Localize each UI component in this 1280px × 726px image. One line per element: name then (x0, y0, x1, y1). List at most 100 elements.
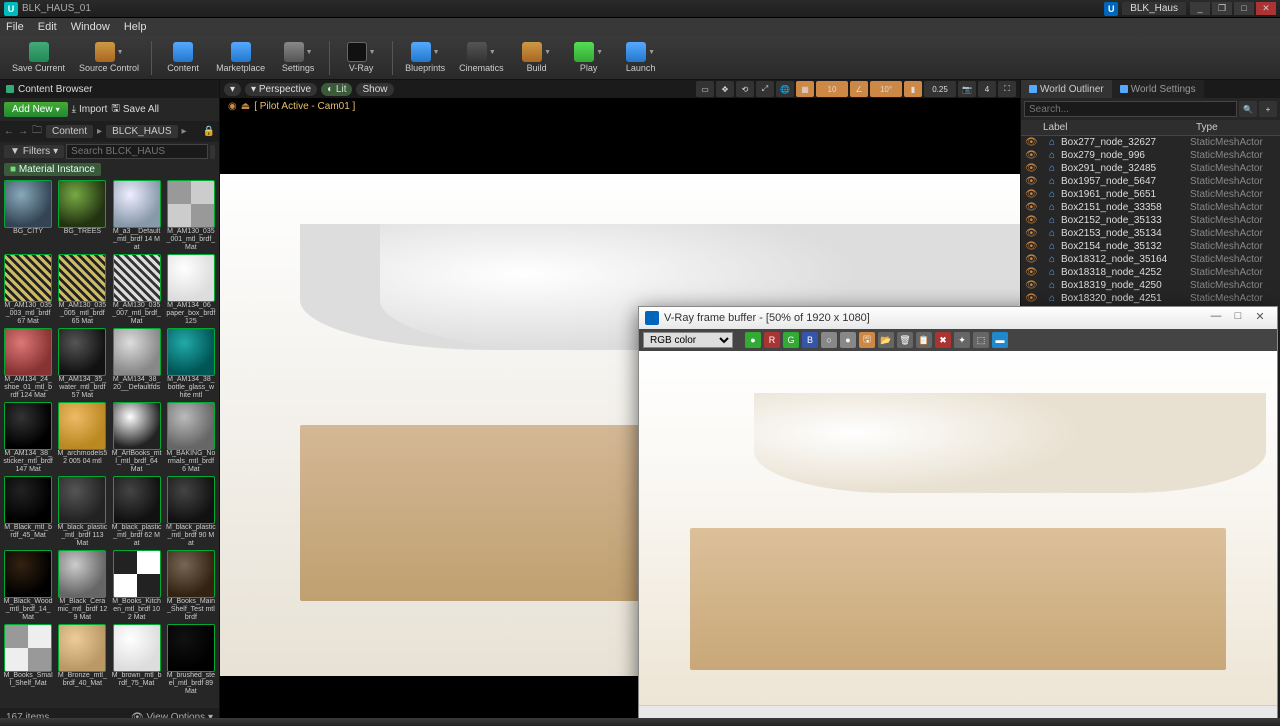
pilot-eject-icon[interactable]: ⏏ (241, 101, 250, 112)
vp-tool-move-icon[interactable]: ✥ (716, 81, 734, 97)
visibility-icon[interactable]: 👁 (1025, 280, 1037, 291)
outliner-search-icon[interactable]: 🔍 (1239, 101, 1257, 117)
vfb-channel-select[interactable]: RGB color (643, 332, 733, 348)
viewport-menu-button[interactable]: ▾ (224, 83, 241, 96)
path-back-icon[interactable]: ← (4, 126, 14, 137)
asset-item[interactable]: M_ArtBooks_mtl_mtl_brdf_64 Mat (111, 402, 163, 474)
asset-item[interactable]: M_AM134_38_20__Defaultfds (111, 328, 163, 400)
vp-scale-icon[interactable]: ▮ (904, 81, 922, 97)
maximize-button[interactable]: □ (1234, 2, 1254, 15)
asset-item[interactable]: M_brushed_steel_mtl_brdf 89 Mat (165, 624, 217, 696)
outliner-row[interactable]: 👁 ⌂Box18318_node_4252StaticMeshActor (1021, 266, 1280, 279)
vfb-alpha-icon[interactable]: ○ (821, 332, 837, 348)
lit-button[interactable]: ◐ Lit (321, 83, 352, 96)
outliner-row[interactable]: 👁 ⌂Box1957_node_5647StaticMeshActor (1021, 175, 1280, 188)
vfb-copy-icon[interactable]: 📋 (916, 332, 932, 348)
outliner-search-input[interactable] (1024, 101, 1237, 117)
blue-button[interactable]: ▼Blueprints (399, 39, 451, 77)
col-type[interactable]: Type (1196, 122, 1276, 133)
vp-tool-surface-icon[interactable]: ▦ (796, 81, 814, 97)
vfb-history-icon[interactable]: ▬ (992, 332, 1008, 348)
vfb-mono-icon[interactable]: ● (840, 332, 856, 348)
perspective-button[interactable]: ▾ Perspective (245, 83, 317, 96)
vfb-titlebar[interactable]: V-Ray frame buffer - [50% of 1920 x 1080… (639, 307, 1277, 329)
visibility-icon[interactable]: 👁 (1025, 163, 1037, 174)
filter-tag[interactable]: Material Instance (4, 163, 101, 176)
vp-tool-globe-icon[interactable]: 🌐 (776, 81, 794, 97)
outliner-row[interactable]: 👁 ⌂Box279_node_996StaticMeshActor (1021, 149, 1280, 162)
vfb-close-button[interactable]: ✕ (1249, 310, 1271, 326)
folder-icon[interactable]: 🗀 (32, 123, 42, 140)
vp-tool-scale-icon[interactable]: ⤢ (756, 81, 774, 97)
market-button[interactable]: Marketplace (210, 39, 271, 77)
outliner-row[interactable]: 👁 ⌂Box2154_node_35132StaticMeshActor (1021, 240, 1280, 253)
launch-button[interactable]: ▼Launch (616, 39, 666, 77)
outliner-row[interactable]: 👁 ⌂Box18312_node_35164StaticMeshActor (1021, 253, 1280, 266)
vfb-clear-icon[interactable]: 🗑 (897, 332, 913, 348)
menu-help[interactable]: Help (124, 21, 147, 33)
asset-item[interactable]: M_black_plastic_mtl_brdf 113 Mat (56, 476, 108, 548)
col-label[interactable]: Label (1025, 122, 1196, 133)
asset-item[interactable]: M_AM134_06_paper_box_brdf 125 (165, 254, 217, 326)
asset-item[interactable]: M_AM134_38_bottle_glass_white mtl (165, 328, 217, 400)
search-lock-icon[interactable] (210, 145, 215, 159)
vfb-r-button[interactable]: R (764, 332, 780, 348)
asset-item[interactable]: M_Books_Main_Shelf_Test mtl brdf (165, 550, 217, 622)
vp-angle-icon[interactable]: ∠ (850, 81, 868, 97)
visibility-icon[interactable]: 👁 (1025, 202, 1037, 213)
vray-button[interactable]: ▼V-Ray (336, 39, 386, 77)
vp-tool-rotate-icon[interactable]: ⟲ (736, 81, 754, 97)
asset-item[interactable]: M_AM134_38_sticker_mtl_brdf 147 Mat (2, 402, 54, 474)
vfb-stop-icon[interactable]: ✖ (935, 332, 951, 348)
asset-item[interactable]: M_Black_Ceramic_mtl_brdf 129 Mat (56, 550, 108, 622)
restore-button[interactable]: ❐ (1212, 2, 1232, 15)
vfb-load-icon[interactable]: 📂 (878, 332, 894, 348)
asset-item[interactable]: M_Black_Wood_mtl_brdf_14_Mat (2, 550, 54, 622)
add-new-button[interactable]: Add New (4, 102, 68, 117)
vp-grid-snap[interactable]: 10 (816, 81, 848, 97)
asset-item[interactable]: M_Books_Small_Shelf_Mat (2, 624, 54, 696)
crumb-folder[interactable]: BLCK_HAUS (106, 125, 177, 138)
visibility-icon[interactable]: 👁 (1025, 150, 1037, 161)
project-tab[interactable]: BLK_Haus (1122, 2, 1186, 15)
asset-item[interactable]: M_AM130_035_003_mtl_brdf 67 Mat (2, 254, 54, 326)
crumb-content[interactable]: Content (46, 125, 93, 138)
outliner-row[interactable]: 👁 ⌂Box18319_node_4250StaticMeshActor (1021, 279, 1280, 292)
vfb-save-icon[interactable]: 🖫 (859, 332, 875, 348)
vfb-b-button[interactable]: B (802, 332, 818, 348)
asset-item[interactable]: M_brown_mtl_brdf_75_Mat (111, 624, 163, 696)
vfb-g-button[interactable]: G (783, 332, 799, 348)
close-button[interactable]: ✕ (1256, 2, 1276, 15)
visibility-icon[interactable]: 👁 (1025, 267, 1037, 278)
source-button[interactable]: ▼Source Control (73, 39, 145, 77)
build-button[interactable]: ▼Build (512, 39, 562, 77)
outliner-row[interactable]: 👁 ⌂Box18320_node_4251StaticMeshActor (1021, 292, 1280, 305)
outliner-row[interactable]: 👁 ⌂Box2152_node_35133StaticMeshActor (1021, 214, 1280, 227)
vfb-minimize-button[interactable]: — (1205, 310, 1227, 326)
vp-cam-speed[interactable]: 4 (978, 81, 996, 97)
tab-world-settings[interactable]: World Settings (1112, 80, 1204, 98)
save-all-button[interactable]: 🖫 Save All (111, 101, 159, 118)
pilot-disc-icon[interactable]: ◉ (228, 101, 237, 112)
show-button[interactable]: Show (356, 83, 393, 96)
vp-angle-snap[interactable]: 10° (870, 81, 902, 97)
import-button[interactable]: ⤓ Import (72, 104, 108, 115)
filters-button[interactable]: ▼ Filters ▾ (4, 145, 64, 158)
visibility-icon[interactable]: 👁 (1025, 189, 1037, 200)
asset-item[interactable]: M_Books_Kitchen_mtl_brdf 102 Mat (111, 550, 163, 622)
visibility-icon[interactable]: 👁 (1025, 137, 1037, 148)
outliner-add-icon[interactable]: + (1259, 101, 1277, 117)
play-button[interactable]: ▼Play (564, 39, 614, 77)
asset-item[interactable]: M_Black_mtl_brdf_45_Mat (2, 476, 54, 548)
vfb-rgb-icon[interactable]: ● (745, 332, 761, 348)
content-button[interactable]: Content (158, 39, 208, 77)
tab-world-outliner[interactable]: World Outliner (1021, 80, 1112, 98)
asset-item[interactable]: M_AM130_035_007_mtl_brdf_Mat (111, 254, 163, 326)
menu-window[interactable]: Window (71, 21, 110, 33)
outliner-row[interactable]: 👁 ⌂Box1961_node_5651StaticMeshActor (1021, 188, 1280, 201)
vfb-maximize-button[interactable]: □ (1227, 310, 1249, 326)
asset-item[interactable]: BG_TREES (56, 180, 108, 252)
vp-maximize-icon[interactable]: ⛶ (998, 81, 1016, 97)
path-fwd-icon[interactable]: → (18, 126, 28, 137)
content-browser-tab[interactable]: Content Browser (0, 80, 219, 98)
